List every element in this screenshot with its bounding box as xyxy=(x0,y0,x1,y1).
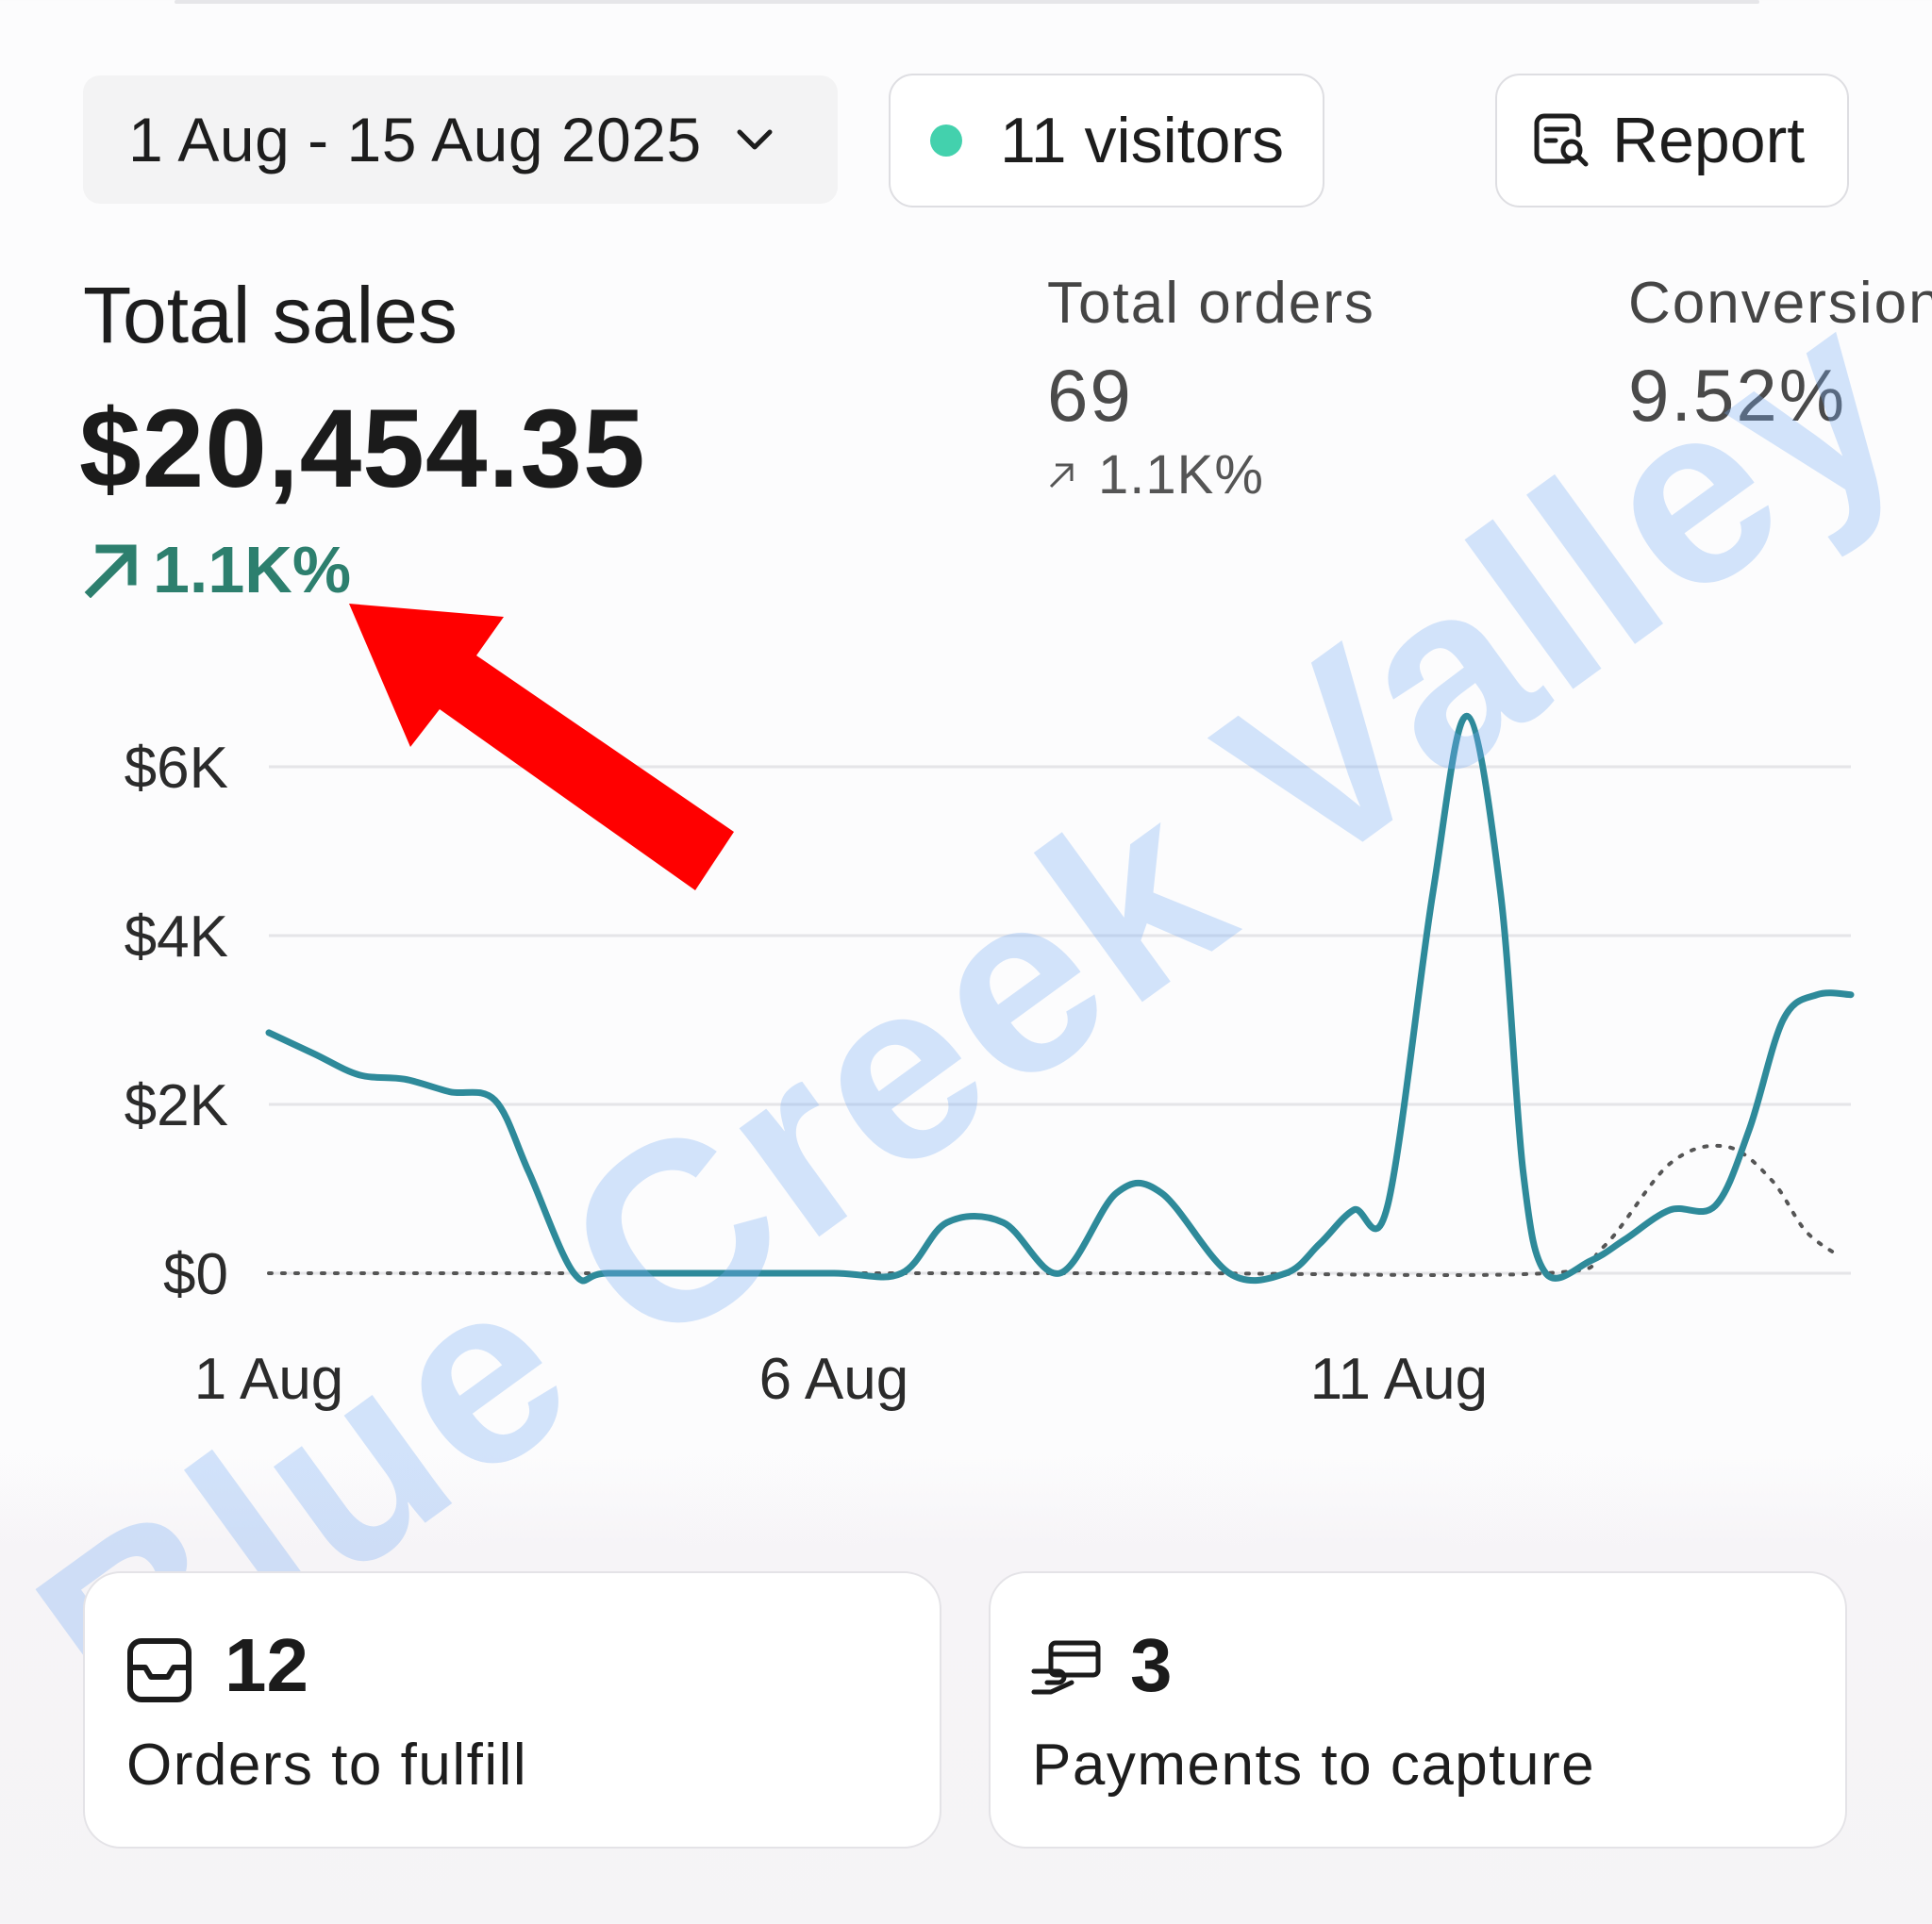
x-tick-label: 6 Aug xyxy=(759,1347,909,1412)
card-hand-icon xyxy=(1031,1640,1101,1695)
orders-to-fulfill-count: 12 xyxy=(225,1623,308,1707)
y-tick-label: $2K xyxy=(125,1073,228,1138)
inbox-icon xyxy=(127,1638,192,1702)
y-tick-label: $4K xyxy=(125,904,228,970)
annotation-arrow xyxy=(349,604,734,890)
y-axis-ticks: $6K $4K $2K $0 xyxy=(125,736,228,1307)
y-tick-label: $0 xyxy=(163,1242,228,1307)
y-tick-label: $6K xyxy=(125,736,228,801)
payments-to-capture-count: 3 xyxy=(1130,1623,1173,1707)
orders-to-fulfill-label: Orders to fulfill xyxy=(126,1733,528,1798)
payments-to-capture-label: Payments to capture xyxy=(1032,1733,1596,1798)
orders-to-fulfill-card[interactable]: 12 Orders to fulfill xyxy=(83,1571,941,1849)
x-tick-label: 11 Aug xyxy=(1310,1347,1488,1412)
payments-to-capture-card[interactable]: 3 Payments to capture xyxy=(989,1571,1847,1849)
